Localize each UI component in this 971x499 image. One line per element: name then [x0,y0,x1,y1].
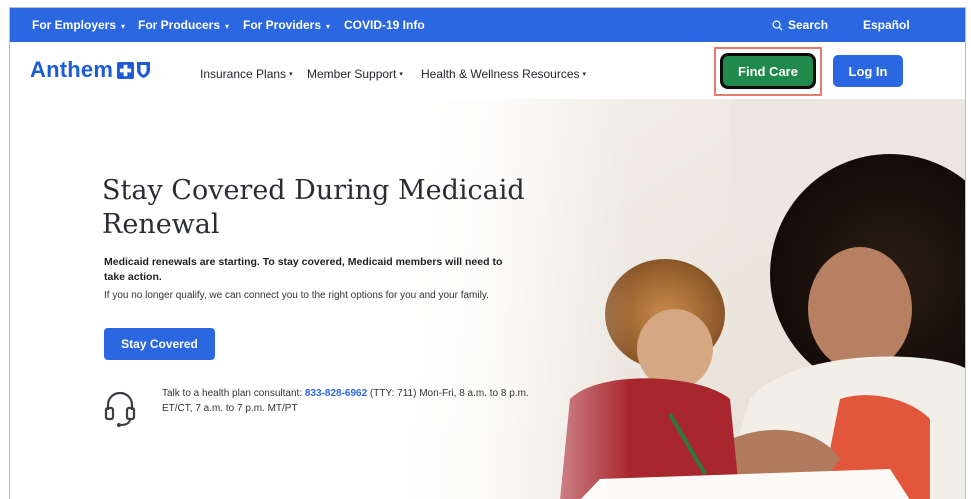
stay-covered-button[interactable]: Stay Covered [104,328,215,360]
nav-insurance-plans[interactable]: Insurance Plans ▾ [200,67,293,81]
search-icon [772,20,783,31]
consultant-prefix: Talk to a health plan consultant: [162,388,305,399]
hero-sub-text: If you no longer qualify, we can connect… [104,290,489,301]
chevron-down-icon: ▾ [225,21,230,31]
nav-health-wellness[interactable]: Health & Wellness Resources ▾ [421,67,586,81]
consultant-text: Talk to a health plan consultant: 833-82… [162,386,542,416]
utility-link-providers[interactable]: For Providers ▾ [243,18,330,32]
log-in-button[interactable]: Log In [833,55,903,87]
utility-link-label: For Employers [32,18,117,32]
utility-link-label: For Providers [243,18,322,32]
browser-frame: For Employers ▾ For Producers ▾ For Prov… [9,7,966,499]
search-label: Search [788,18,829,32]
logo-text: Anthem [30,57,114,82]
consultant-phone-link[interactable]: 833-828-6962 [305,388,367,399]
cross-logo-icon [117,61,135,79]
utility-link-employers[interactable]: For Employers ▾ [32,18,125,32]
utility-bar: For Employers ▾ For Producers ▾ For Prov… [10,8,965,42]
nav-label: Member Support [307,67,397,81]
headset-icon [104,391,136,427]
utility-link-label: COVID-19 Info [344,18,425,32]
chevron-down-icon: ▾ [289,71,293,78]
utility-link-label: For Producers [138,18,221,32]
language-toggle[interactable]: Español [863,18,910,32]
nav-member-support[interactable]: Member Support ▾ [307,67,403,81]
chevron-down-icon: ▾ [121,21,126,31]
anthem-logo[interactable]: Anthem [30,57,151,83]
nav-label: Insurance Plans [200,67,287,81]
nav-label: Health & Wellness Resources [421,67,580,81]
hero-section: Stay Covered During Medicaid Renewal Med… [10,99,965,499]
chevron-down-icon: ▾ [399,71,403,78]
chevron-down-icon: ▾ [326,21,331,31]
language-label: Español [863,18,910,32]
logo-marks [117,61,151,79]
find-care-button[interactable]: Find Care [720,53,816,89]
hero-lead-text: Medicaid renewals are starting. To stay … [104,256,503,283]
utility-link-covid[interactable]: COVID-19 Info [344,18,425,32]
consultant-contact: Talk to a health plan consultant: 833-82… [104,386,544,430]
chevron-down-icon: ▾ [582,71,587,78]
shield-logo-icon [137,62,151,78]
utility-link-producers[interactable]: For Producers ▾ [138,18,229,32]
hero-title: Stay Covered During Medicaid Renewal [102,175,525,240]
search-link[interactable]: Search [772,18,828,32]
